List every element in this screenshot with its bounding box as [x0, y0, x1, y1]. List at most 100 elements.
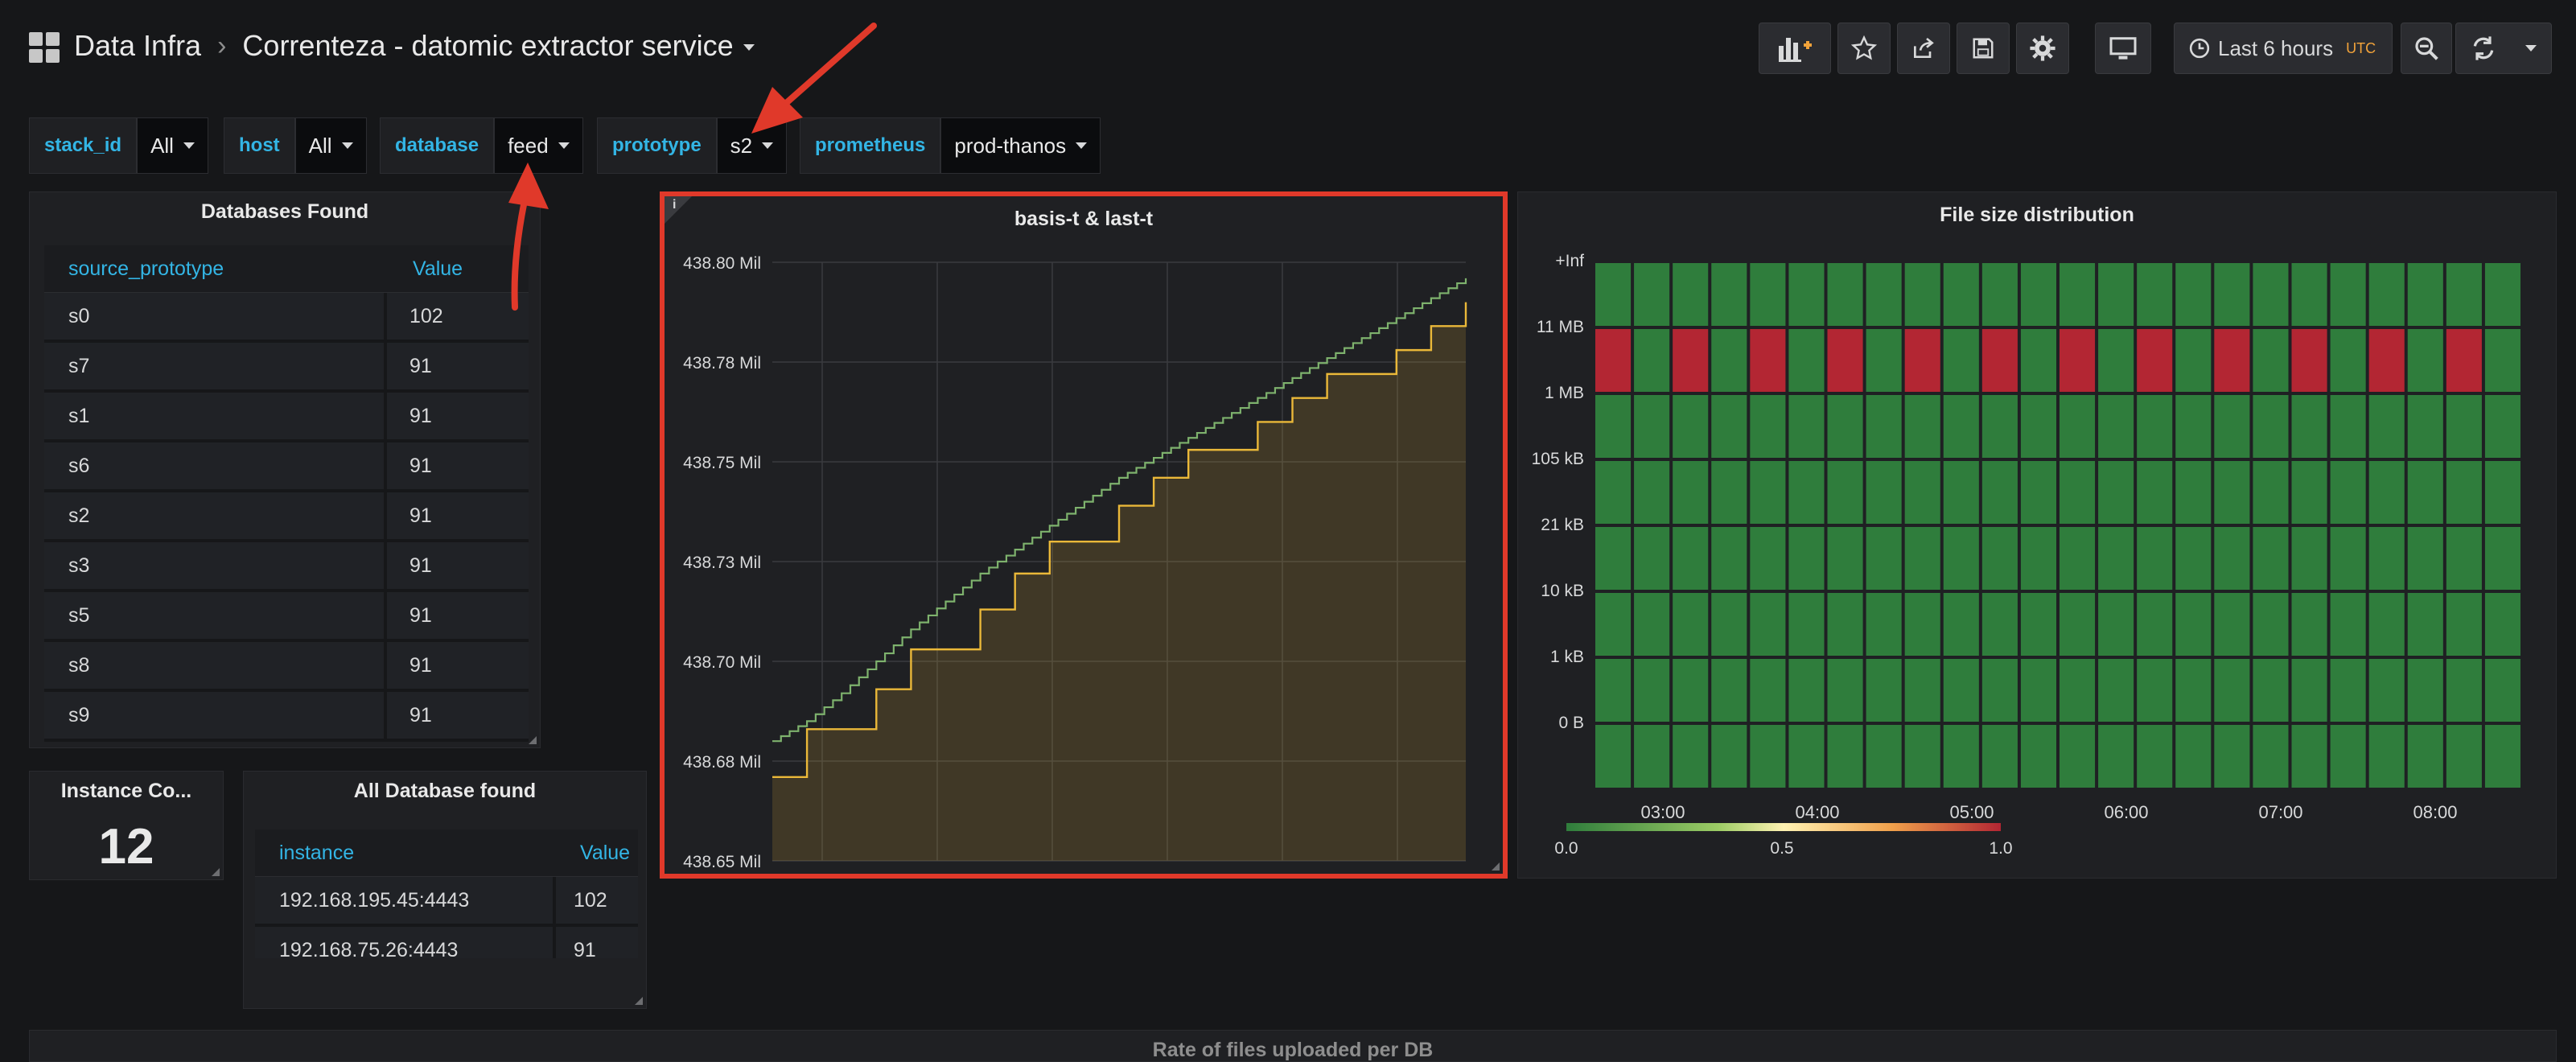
heatmap-cell [2020, 593, 2056, 656]
heatmap-cell [1943, 263, 1979, 326]
share-button[interactable] [1897, 23, 1950, 74]
heatmap-cell [2446, 395, 2482, 458]
row-value: 102 [574, 888, 607, 912]
heatmap-cell [1673, 593, 1709, 656]
panel-title[interactable]: All Database found [244, 780, 646, 803]
heatmap-cell [1750, 329, 1786, 392]
variable-label: stack_id [29, 117, 138, 174]
heatmap-cell [1827, 461, 1863, 524]
row-key: s3 [44, 542, 387, 589]
y-tick-label: 11 MB [1537, 318, 1584, 336]
variable-value[interactable]: prod-thanos [940, 117, 1101, 174]
variable-value[interactable]: All [137, 117, 208, 174]
x-tick-label: 06:00 [2104, 802, 2148, 822]
y-tick-label: 438.78 Mil [683, 354, 761, 373]
y-tick-label: 105 kB [1532, 450, 1584, 468]
resize-handle[interactable] [635, 997, 643, 1005]
heatmap-cell [1788, 527, 1825, 590]
heatmap-cell [2137, 329, 2173, 392]
heatmap-cell [2330, 461, 2366, 524]
panel-title[interactable]: Rate of files uploaded per DB [30, 1039, 2556, 1062]
heatmap-cell [1981, 659, 2018, 722]
column-header-instance[interactable]: instance [255, 829, 559, 876]
heatmap-cell [2407, 329, 2443, 392]
resize-handle[interactable] [212, 868, 220, 876]
legend-label: 1.0 [1989, 839, 2012, 858]
instance-count-value: 12 [98, 819, 154, 875]
variable-host[interactable]: host All [224, 117, 367, 174]
heatmap-cell [1788, 329, 1825, 392]
folder-link[interactable]: Data Infra [74, 29, 201, 63]
heatmap-cell [2253, 329, 2289, 392]
resize-handle[interactable] [1492, 862, 1500, 871]
heatmap-cell [2253, 461, 2289, 524]
heatmap-cell [2368, 725, 2405, 788]
heatmap-cell [1904, 593, 1940, 656]
heatmap-cell [2291, 329, 2327, 392]
heatmap-cell [1634, 527, 1670, 590]
table-row: 192.168.75.26:4443 91 [255, 927, 638, 958]
heatmap-cell [2098, 725, 2134, 788]
column-header-value[interactable]: Value [390, 245, 463, 292]
series-area [772, 302, 1466, 862]
heatmap-cell [2446, 659, 2482, 722]
variable-stack-id[interactable]: stack_id All [29, 117, 208, 174]
heatmap-cell [1943, 395, 1979, 458]
star-icon [1851, 35, 1877, 60]
tv-icon [2109, 37, 2137, 60]
panel-title[interactable]: Databases Found [30, 200, 540, 224]
basis-chart-svg[interactable]: 438.80 Mil 438.78 Mil 438.75 Mil 438.73 Mil… [665, 230, 1503, 874]
dashboard-grid-icon[interactable] [29, 32, 60, 63]
heatmap-cell [2020, 725, 2056, 788]
chevron-down-icon[interactable] [2525, 45, 2537, 51]
heatmap-cell [2368, 329, 2405, 392]
heatmap-cell [2484, 395, 2520, 458]
column-header-value[interactable]: Value [559, 829, 630, 876]
zoom-out-button[interactable] [2401, 23, 2452, 74]
star-button[interactable] [1837, 23, 1891, 74]
heatmap-cell [1866, 395, 1902, 458]
heatmap-cell [2253, 263, 2289, 326]
heatmap-cell [1750, 461, 1786, 524]
row-key: 192.168.195.45:4443 [255, 877, 556, 924]
heatmap-svg[interactable]: +Inf 11 MB 1 MB 105 kB 21 kB 10 kB 1 kB 0 B 03:0… [1518, 228, 2557, 879]
tv-mode-button[interactable] [2095, 23, 2151, 74]
add-panel-button[interactable] [1759, 23, 1831, 74]
heatmap-cell [2446, 263, 2482, 326]
timezone-badge: UTC [2346, 39, 2376, 56]
heatmap-cell [1673, 395, 1709, 458]
time-picker[interactable]: Last 6 hours UTC [2174, 23, 2393, 74]
table-row: s1 91 [44, 393, 529, 442]
heatmap-cell [2368, 395, 2405, 458]
heatmap-cell [2446, 527, 2482, 590]
info-icon[interactable]: i [673, 198, 676, 212]
panel-title[interactable]: Instance Co... [30, 780, 223, 803]
heatmap-cell [1981, 527, 2018, 590]
settings-button[interactable] [2016, 23, 2069, 74]
resize-handle[interactable] [529, 736, 537, 744]
gear-icon [2030, 35, 2055, 61]
legend-label: 0.5 [1770, 839, 1793, 858]
variable-value[interactable]: All [294, 117, 367, 174]
heatmap-cell [1827, 263, 1863, 326]
heatmap-cell [2098, 593, 2134, 656]
panel-info-corner[interactable] [665, 196, 692, 224]
heatmap-cell [2060, 725, 2096, 788]
dashboard-title[interactable]: Correnteza - datomic extractor service [242, 29, 755, 63]
databases-table: source_prototype Value s0 102 s7 91 s1 91 s6 91… [44, 245, 529, 742]
table-header: instance Value [255, 829, 638, 877]
heatmap-cell [2407, 527, 2443, 590]
heatmap-cell [1750, 395, 1786, 458]
heatmap-cell [2098, 395, 2134, 458]
y-tick-label: 438.80 Mil [683, 254, 761, 273]
heatmap-cell [1673, 329, 1709, 392]
refresh-button[interactable] [2455, 23, 2552, 74]
heatmap-cell [1866, 593, 1902, 656]
y-tick-label: 0 B [1558, 714, 1584, 732]
panel-title[interactable]: basis-t & last-t [665, 208, 1503, 231]
panel-title[interactable]: File size distribution [1518, 204, 2556, 227]
annotation-arrow-prototype [751, 23, 877, 134]
save-button[interactable] [1957, 23, 2010, 74]
column-header-source-prototype[interactable]: source_prototype [44, 245, 390, 292]
table-row: s5 91 [44, 592, 529, 642]
